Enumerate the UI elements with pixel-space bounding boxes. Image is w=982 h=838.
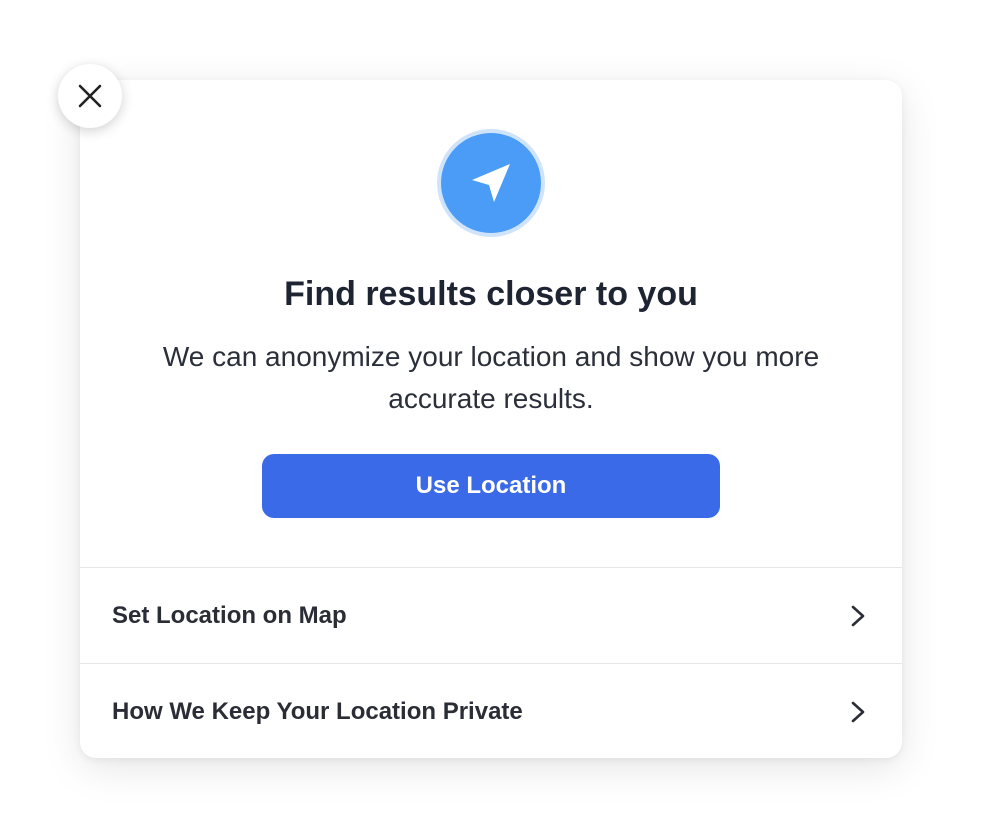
dialog-subtitle: We can anonymize your location and show …: [162, 341, 820, 414]
page: Find results closer to you We can anonym…: [0, 0, 982, 838]
option-set-location-on-map[interactable]: Set Location on Map: [80, 568, 902, 663]
chevron-right-icon: [851, 605, 865, 626]
close-button[interactable]: [58, 64, 122, 128]
use-location-button[interactable]: Use Location: [262, 454, 720, 518]
hero-icon-circle: [441, 133, 541, 233]
hero-icon-ring: [437, 129, 545, 237]
close-icon: [78, 84, 102, 108]
chevron-right-icon: [851, 701, 865, 722]
location-arrow-icon: [472, 164, 510, 202]
option-location-privacy[interactable]: How We Keep Your Location Private: [80, 664, 902, 758]
option-label: Set Location on Map: [112, 601, 347, 629]
dialog-title: Find results closer to you: [284, 275, 698, 313]
option-label: How We Keep Your Location Private: [112, 697, 523, 725]
location-dialog: Find results closer to you We can anonym…: [80, 80, 902, 758]
